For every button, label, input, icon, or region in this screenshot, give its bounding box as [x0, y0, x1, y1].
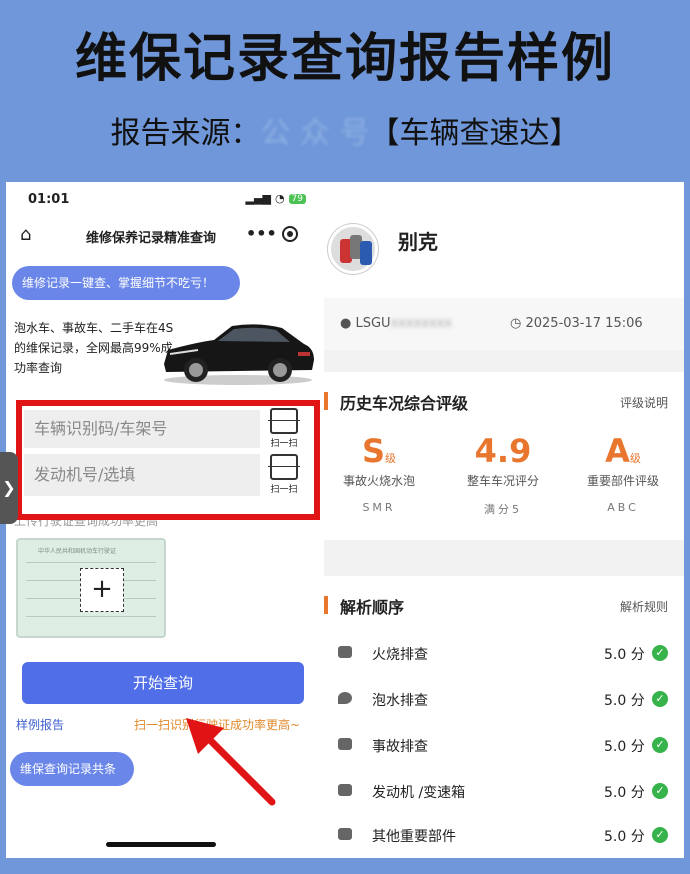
red-arrow-icon — [186, 718, 276, 806]
vin-number: ● LSGUxxxxxxxx — [340, 316, 453, 331]
row-name: 事故排查 — [372, 739, 428, 755]
timestamp-text: 2025-03-17 15:06 — [525, 316, 643, 331]
status-time: 01:01 — [28, 192, 70, 207]
analysis-row-fire[interactable]: 火烧排查 5.0 分 ✓ — [324, 632, 684, 676]
vin-input[interactable]: 车辆识别码/车架号 — [24, 410, 260, 448]
grade-parts: A级 重要部件评级 ABC — [568, 432, 678, 514]
buick-logo — [328, 224, 378, 274]
license-title: 中华人民共和国机动车行驶证 — [38, 548, 117, 555]
scan-icon — [268, 454, 300, 480]
row-score: 5.0 分 — [604, 785, 645, 801]
grade-scale: ABC — [607, 501, 639, 514]
row-score: 5.0 分 — [604, 739, 645, 755]
add-photo-icon[interactable]: + — [80, 568, 124, 612]
check-icon: ✓ — [652, 737, 668, 753]
nav-bar: ⌂ 维修保养记录精准查询 ••• — [6, 216, 324, 256]
report-screen: 别克 ● LSGUxxxxxxxx ◷ 2025-03-17 15:06 历史车… — [324, 182, 684, 858]
hero-source: 报告来源：公 众 号【车辆查速达】 — [0, 108, 690, 152]
analysis-row-engine[interactable]: 发动机 /变速箱 5.0 分 ✓ — [324, 770, 684, 814]
analysis-row-parts[interactable]: 其他重要部件 5.0 分 ✓ — [324, 814, 684, 858]
more-icon[interactable]: ••• — [246, 224, 277, 243]
license-line — [26, 562, 156, 563]
water-drop-icon — [338, 692, 352, 704]
start-query-button[interactable]: 开始查询 — [22, 662, 304, 704]
vehicle-meta: ● LSGUxxxxxxxx ◷ 2025-03-17 15:06 — [324, 298, 684, 350]
side-expand-handle[interactable]: ❯ — [0, 452, 18, 524]
intro-text: 泡水车、事故车、二手车在4S的维保记录，全网最高99%成功率查询 — [14, 321, 174, 375]
grade-unit: 级 — [629, 452, 641, 465]
row-score: 5.0 分 — [604, 647, 645, 663]
scan-engine-button[interactable]: 扫一扫 — [264, 454, 304, 495]
analysis-row-flood[interactable]: 泡水排查 5.0 分 ✓ — [324, 678, 684, 722]
grade-value: A — [605, 432, 630, 470]
row-score: 5.0 分 — [604, 829, 645, 845]
vin-masked: xxxxxxxx — [390, 316, 453, 331]
analysis-card-title: 解析顺序 — [340, 598, 405, 617]
scan-label: 扫一扫 — [270, 485, 298, 495]
scan-vin-button[interactable]: 扫一扫 — [264, 408, 304, 449]
status-bar: 01:01 ▂▄▆ ◔ 79 — [6, 182, 324, 216]
row-name: 泡水排查 — [372, 693, 428, 709]
scan-icon — [268, 408, 300, 434]
promo-banner: 维修记录一键查、掌握细节不吃亏！ — [12, 266, 240, 300]
car-image — [164, 324, 314, 385]
close-miniapp-icon[interactable] — [282, 226, 298, 242]
grade-unit: 级 — [385, 452, 397, 465]
row-name: 其他重要部件 — [372, 829, 456, 845]
report-timestamp: ◷ 2025-03-17 15:06 — [510, 316, 643, 331]
signal-icon: ▂▄▆ — [245, 192, 271, 205]
grade-value: 4.9 — [474, 432, 532, 470]
history-records-pill[interactable]: 维保查询记录共条 — [10, 752, 134, 786]
grade-value: S — [361, 432, 386, 470]
wifi-icon: ◔ — [274, 192, 285, 205]
analysis-card: 解析顺序 解析规则 火烧排查 5.0 分 ✓ 泡水排查 5.0 分 ✓ 事故排查… — [324, 576, 684, 858]
row-name: 火烧排查 — [372, 647, 428, 663]
grade-overall: 4.9 整车车况评分 满分5 — [448, 432, 558, 517]
battery-part-icon — [338, 828, 352, 840]
home-indicator — [106, 842, 216, 847]
page-title: 维修保养记录精准查询 — [86, 231, 217, 246]
check-icon: ✓ — [652, 783, 668, 799]
license-line — [26, 616, 156, 617]
scan-label: 扫一扫 — [270, 439, 298, 449]
battery-icon: 79 — [288, 193, 306, 204]
crash-icon — [338, 738, 352, 750]
check-icon: ✓ — [652, 645, 668, 661]
query-app-screen: 01:01 ▂▄▆ ◔ 79 ⌂ 维修保养记录精准查询 ••• 维修记录一键查、… — [6, 182, 324, 858]
grade-label: 重要部件评级 — [586, 474, 659, 488]
row-score: 5.0 分 — [604, 693, 645, 709]
engine-number-input[interactable]: 发动机号/选填 — [24, 454, 260, 496]
grade-scale: SMR — [362, 501, 396, 514]
check-icon: ✓ — [652, 691, 668, 707]
sample-report-link[interactable]: 样例报告 — [16, 716, 64, 733]
brand-name: 别克 — [398, 230, 438, 254]
home-icon[interactable]: ⌂ — [20, 224, 31, 245]
hero-source-suffix: 【车辆查速达】 — [369, 116, 580, 151]
analysis-row-accident[interactable]: 事故排查 5.0 分 ✓ — [324, 724, 684, 768]
hero-title: 维保记录查询报告样例 — [74, 29, 615, 89]
grade-accident: S级 事故火烧水泡 SMR — [324, 432, 434, 514]
check-icon: ✓ — [652, 827, 668, 843]
rating-explanation-link[interactable]: 评级说明 — [620, 394, 668, 411]
hero-source-blurred: 公 众 号 — [260, 116, 370, 151]
upload-hint: 上传行驶证查询成功率更高 — [14, 514, 159, 528]
row-name: 发动机 /变速箱 — [372, 785, 466, 801]
rating-card: 历史车况综合评级 评级说明 S级 事故火烧水泡 SMR 4.9 整车车况评分 满… — [324, 372, 684, 540]
hero-source-prefix: 报告来源： — [110, 116, 261, 151]
grade-label: 事故火烧水泡 — [342, 474, 415, 488]
license-upload[interactable]: 中华人民共和国机动车行驶证 + — [16, 538, 166, 638]
grade-label: 整车车况评分 — [466, 474, 539, 488]
logo-shield — [360, 241, 372, 265]
report-header: 别克 — [324, 182, 684, 298]
clock-icon: ◷ — [510, 316, 526, 331]
vin-prefix: LSGU — [355, 316, 391, 331]
heart-icon — [338, 646, 352, 658]
section-marker — [324, 392, 328, 410]
system-icons: ▂▄▆ ◔ 79 — [246, 192, 306, 205]
rating-card-title: 历史车况综合评级 — [340, 394, 469, 413]
section-marker — [324, 596, 328, 614]
analysis-rules-link[interactable]: 解析规则 — [620, 598, 668, 615]
grade-scale: 满分5 — [484, 503, 522, 516]
engine-icon — [338, 784, 352, 796]
